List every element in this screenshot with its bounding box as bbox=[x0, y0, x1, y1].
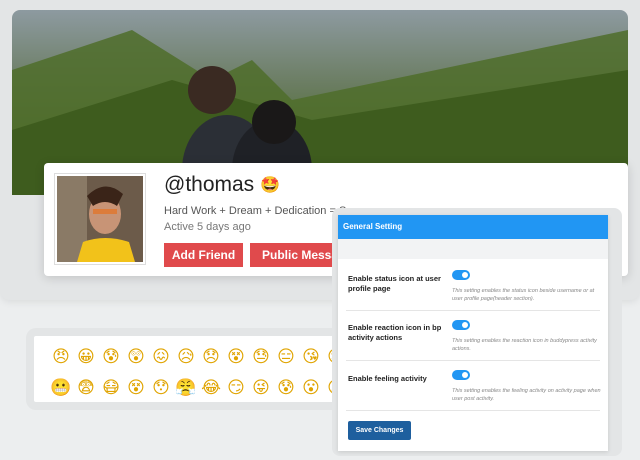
emoji-icon[interactable]: 😜 bbox=[250, 377, 272, 399]
setting-row-status-icon: Enable status icon at user profile page … bbox=[346, 265, 600, 311]
emoji-icon[interactable]: 😯 bbox=[150, 377, 172, 399]
emoji-icon[interactable]: 😮 bbox=[300, 377, 322, 399]
setting-description: This setting enables the status icon bes… bbox=[452, 288, 595, 302]
emoji-icon[interactable]: 😞 bbox=[200, 346, 222, 368]
star-struck-emoji-icon: 🤩 bbox=[260, 177, 281, 194]
setting-row-feeling-activity: Enable feeling activity This setting ena… bbox=[346, 361, 601, 411]
reaction-icon-toggle[interactable] bbox=[452, 320, 470, 330]
last-active-status: Active 5 days ago bbox=[164, 221, 251, 233]
public-message-button[interactable]: Public Message bbox=[250, 243, 340, 267]
avatar[interactable] bbox=[54, 173, 146, 265]
emoji-icon[interactable]: 😤 bbox=[175, 377, 197, 399]
emoji-icon[interactable]: 😘 bbox=[300, 346, 322, 368]
setting-label: Enable status icon at user profile page bbox=[348, 274, 441, 293]
avatar-image bbox=[57, 176, 143, 262]
emoji-icon[interactable]: 😀 bbox=[75, 346, 97, 368]
emoji-icon[interactable]: 😰 bbox=[100, 346, 122, 368]
settings-subheader bbox=[338, 239, 608, 259]
setting-label: Enable reaction icon in bp activity acti… bbox=[348, 323, 442, 342]
emoji-icon[interactable]: 😰 bbox=[275, 377, 297, 399]
emoji-icon[interactable]: 😏 bbox=[225, 377, 247, 399]
emoji-icon[interactable]: 😵 bbox=[125, 377, 147, 399]
setting-row-reaction-icon: Enable reaction icon in bp activity acti… bbox=[346, 311, 600, 361]
feeling-activity-toggle[interactable] bbox=[452, 370, 470, 380]
emoji-icon[interactable]: 😥 bbox=[175, 346, 197, 368]
username-text: @thomas bbox=[164, 173, 255, 196]
setting-description: This setting enables the reaction icon i… bbox=[452, 338, 597, 352]
profile-username: @thomas 🤩 bbox=[164, 173, 280, 197]
emoji-icon[interactable]: 😠 bbox=[50, 346, 72, 368]
emoji-icon[interactable]: 😓 bbox=[250, 346, 272, 368]
general-settings-panel: General Setting Enable status icon at us… bbox=[338, 215, 608, 451]
emoji-icon[interactable]: 😨 bbox=[75, 377, 97, 399]
emoji-icon[interactable]: 😵 bbox=[225, 346, 247, 368]
save-changes-button[interactable]: Save Changes bbox=[348, 421, 411, 440]
emoji-icon[interactable]: 😂 bbox=[200, 377, 222, 399]
add-friend-button[interactable]: Add Friend bbox=[164, 243, 243, 267]
setting-label: Enable feeling activity bbox=[348, 374, 427, 383]
emoji-icon[interactable]: 😬 bbox=[50, 377, 72, 399]
emoji-icon[interactable]: 😑 bbox=[275, 346, 297, 368]
emoji-icon[interactable]: 😖 bbox=[150, 346, 172, 368]
emoji-picker-frame: 😠 😀 😰 😲 😖 😥 😞 😵 😓 😑 😘 😊 😬 😨 😷 😵 😯 😤 😂 😏 … bbox=[26, 328, 371, 410]
emoji-icon[interactable]: 😷 bbox=[100, 377, 122, 399]
settings-header: General Setting bbox=[338, 215, 608, 239]
emoji-picker: 😠 😀 😰 😲 😖 😥 😞 😵 😓 😑 😘 😊 😬 😨 😷 😵 😯 😤 😂 😏 … bbox=[34, 336, 363, 402]
emoji-icon[interactable]: 😲 bbox=[125, 346, 147, 368]
status-icon-toggle[interactable] bbox=[452, 270, 470, 280]
setting-description: This setting enables the feeling activit… bbox=[452, 388, 601, 402]
